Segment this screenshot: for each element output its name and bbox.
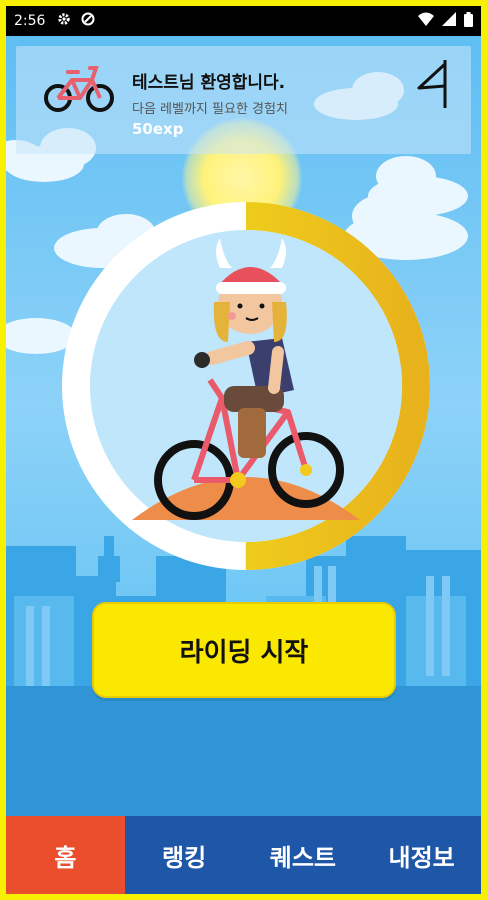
exp-value: 50exp (132, 120, 184, 138)
welcome-text: 테스트님 환영합니다. (132, 73, 286, 93)
bicycle-icon (44, 62, 114, 118)
flag-icon[interactable] (415, 58, 449, 114)
bottom-navigation: 홈 랭킹 퀘스트 내정보 (6, 816, 481, 894)
start-riding-button[interactable]: 라이딩 시작 (92, 602, 396, 698)
next-level-label: 다음 레벨까지 필요한 경험치 (132, 102, 288, 117)
app-screen: 2:56 테스트님 환영합니다. 다음 레벨까지 필요한 경험치 50exp 라… (6, 6, 481, 894)
status-time: 2:56 (14, 13, 46, 29)
battery-icon (464, 11, 473, 31)
status-bar: 2:56 (6, 6, 481, 36)
tab-my-info[interactable]: 내정보 (362, 816, 481, 894)
data-saver-icon (81, 12, 95, 30)
signal-icon (442, 12, 456, 30)
wifi-icon (418, 12, 434, 30)
gear-icon (57, 12, 71, 30)
tab-ranking[interactable]: 랭킹 (124, 816, 244, 894)
welcome-header: 테스트님 환영합니다. 다음 레벨까지 필요한 경험치 50exp (16, 46, 471, 154)
level-progress-ring (62, 202, 430, 570)
tab-quest[interactable]: 퀘스트 (243, 816, 363, 894)
tab-home[interactable]: 홈 (6, 816, 125, 894)
